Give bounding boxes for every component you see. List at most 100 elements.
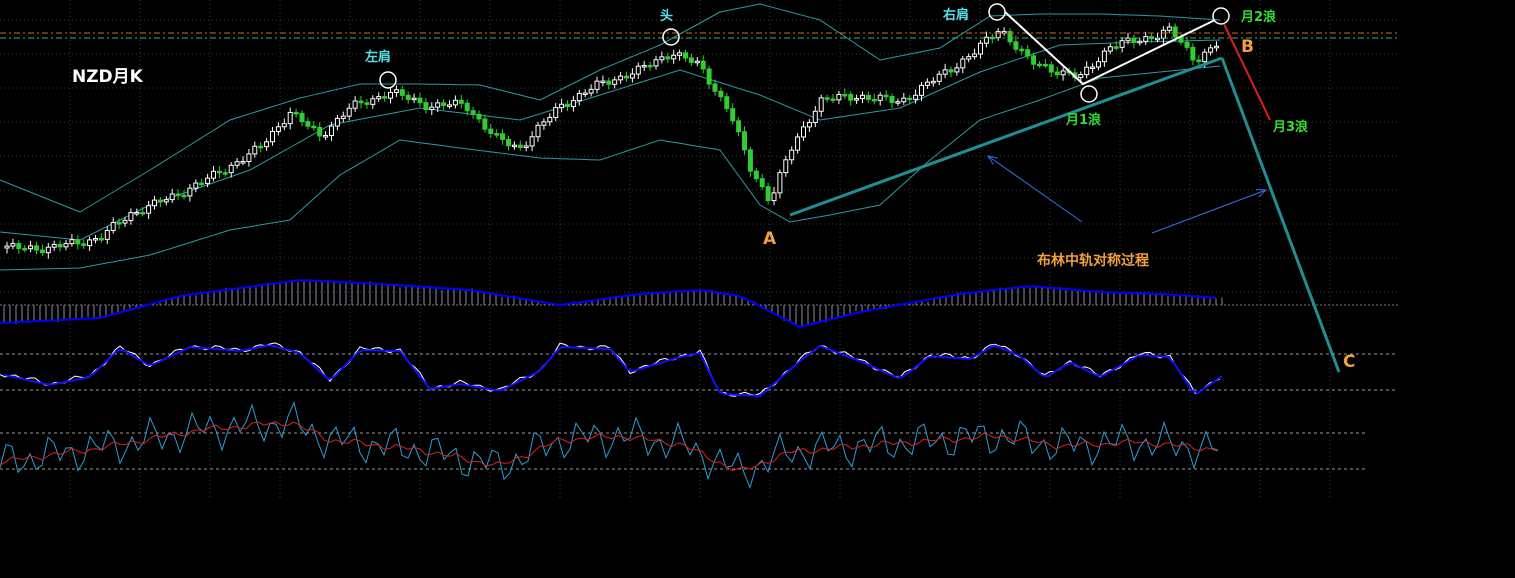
point-a-label: A xyxy=(763,229,777,249)
wave1-label: 月1浪 xyxy=(1065,112,1101,128)
candle-body xyxy=(447,104,452,107)
candle-body xyxy=(287,111,293,125)
candle-body xyxy=(547,116,553,123)
candle-body xyxy=(889,96,895,103)
candle-body xyxy=(801,126,806,138)
candle-body xyxy=(806,122,812,128)
candle-body xyxy=(205,177,211,184)
candle-body xyxy=(1137,40,1143,44)
candle-body xyxy=(1184,41,1190,48)
candle-body xyxy=(116,222,122,225)
candle-body xyxy=(860,94,865,100)
candle-body xyxy=(895,101,901,104)
candle-body xyxy=(39,249,45,254)
candle-body xyxy=(482,118,488,130)
candle-body xyxy=(370,98,376,105)
candle-body xyxy=(476,113,482,120)
candle-body xyxy=(978,42,983,55)
candle-body xyxy=(110,222,116,231)
candle-body xyxy=(883,94,889,98)
candle-body xyxy=(340,115,346,119)
point-c-label: C xyxy=(1343,352,1355,372)
candle-body xyxy=(1078,74,1084,79)
candle-body xyxy=(45,246,51,254)
candle-body xyxy=(812,110,818,124)
candle-body xyxy=(907,97,913,101)
candle-body xyxy=(152,199,157,207)
candle-body xyxy=(865,94,871,100)
candle-body xyxy=(358,100,364,104)
candle-body xyxy=(582,92,588,96)
candle-body xyxy=(683,52,688,59)
candle-body xyxy=(1060,70,1066,76)
candle-body xyxy=(783,159,789,174)
candle-body xyxy=(535,124,541,138)
candle-body xyxy=(588,88,594,94)
candle-body xyxy=(1037,63,1042,67)
candle-body xyxy=(954,67,960,73)
candle-body xyxy=(854,98,860,101)
candle-body xyxy=(146,205,152,214)
candle-body xyxy=(1019,48,1025,52)
candle-body xyxy=(93,238,98,241)
candle-body xyxy=(252,145,258,155)
candle-body xyxy=(346,107,352,117)
candle-body xyxy=(441,102,447,107)
candle-body xyxy=(665,56,671,60)
candle-body xyxy=(270,130,275,143)
candle-body xyxy=(653,59,659,67)
candle-body xyxy=(470,110,476,115)
candle-body xyxy=(16,243,22,249)
candle-body xyxy=(311,125,317,129)
wave3-label: 月3浪 xyxy=(1272,119,1308,135)
candle-body xyxy=(264,141,270,148)
candle-body xyxy=(376,96,382,100)
candle-body xyxy=(629,73,635,79)
candle-body xyxy=(777,172,783,194)
candle-body xyxy=(128,212,134,221)
candle-body xyxy=(417,97,423,104)
candle-body xyxy=(87,239,93,247)
candle-body xyxy=(364,102,370,105)
candle-body xyxy=(712,83,718,92)
candle-body xyxy=(494,133,500,136)
candle-body xyxy=(464,102,470,112)
wave2-label: 月2浪 xyxy=(1240,9,1276,25)
candle-body xyxy=(1172,26,1178,38)
candle-body xyxy=(647,64,653,68)
candle-body xyxy=(506,138,511,147)
candle-body xyxy=(388,91,393,99)
candle-body xyxy=(199,182,205,186)
candle-body xyxy=(334,117,340,127)
candle-body xyxy=(1090,66,1096,70)
candle-body xyxy=(157,199,163,203)
candle-body xyxy=(1113,46,1119,49)
candle-body xyxy=(1214,45,1219,49)
candle-body xyxy=(399,89,405,96)
candle-body xyxy=(541,121,547,126)
candle-body xyxy=(222,172,228,175)
candle-body xyxy=(924,81,930,86)
left-shoulder-label: 左肩 xyxy=(365,49,391,65)
candle-body xyxy=(818,97,824,112)
candle-body xyxy=(63,243,69,248)
candle-body xyxy=(1048,64,1054,73)
candle-body xyxy=(234,161,240,166)
candle-body xyxy=(919,84,924,96)
head-label: 头 xyxy=(660,8,673,24)
candle-body xyxy=(1202,51,1208,63)
chart-title: NZD月K xyxy=(72,67,144,87)
candle-body xyxy=(736,120,742,133)
candle-body xyxy=(830,98,836,101)
candle-body xyxy=(1131,37,1137,43)
candle-body xyxy=(913,94,919,100)
candle-body xyxy=(169,193,175,201)
candle-body xyxy=(753,170,759,180)
candle-body xyxy=(742,131,747,151)
candle-body xyxy=(4,245,10,249)
candle-body xyxy=(34,245,39,251)
candle-body xyxy=(181,194,187,198)
candle-body xyxy=(936,73,942,82)
candle-body xyxy=(747,149,753,172)
candle-body xyxy=(517,144,523,148)
